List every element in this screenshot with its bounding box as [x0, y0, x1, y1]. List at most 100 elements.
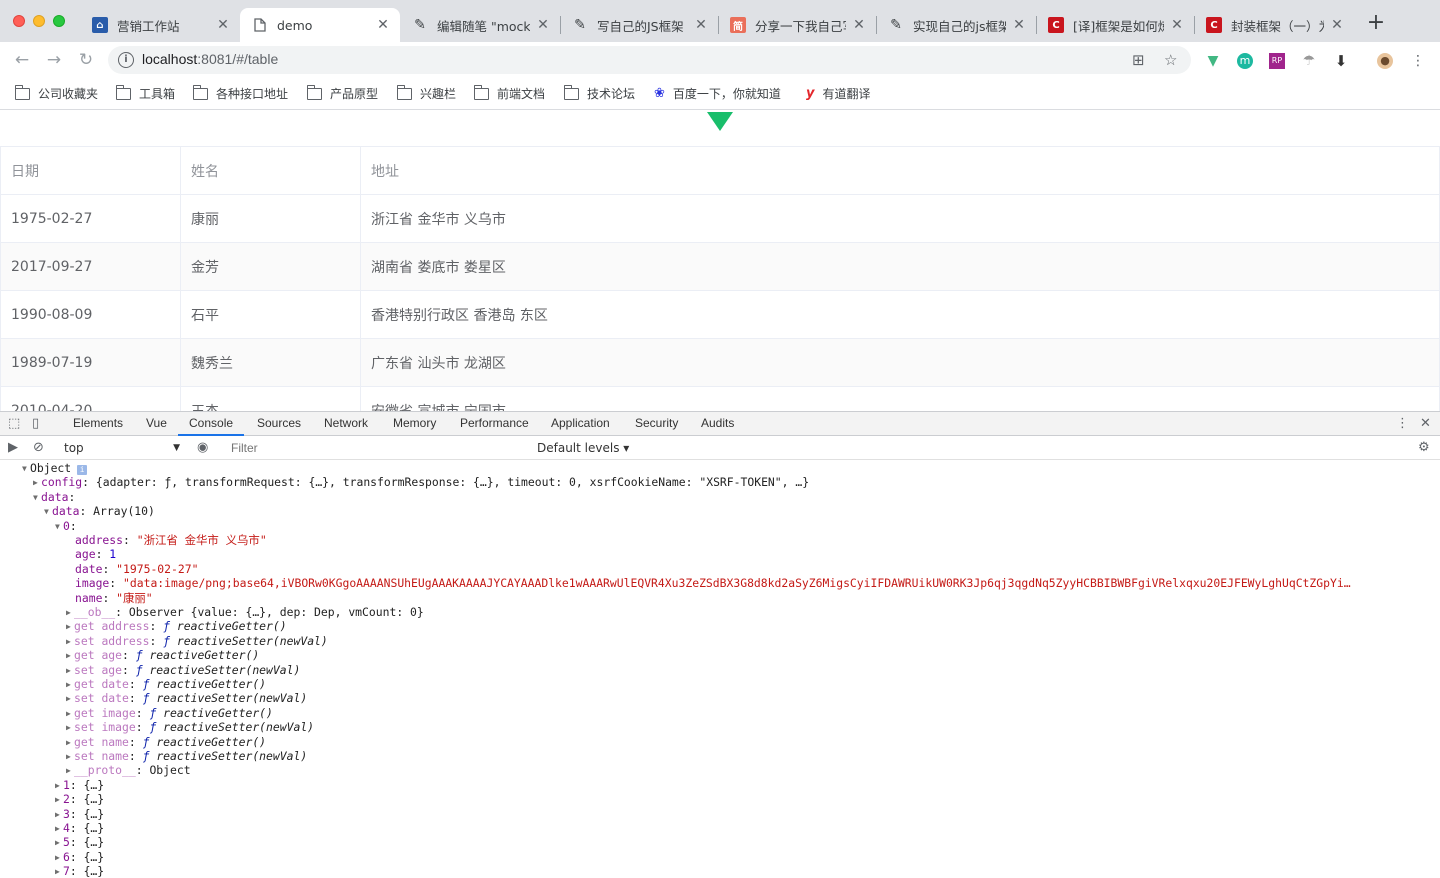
accessor-set-name[interactable]: ▶ set name: ƒ reactiveSetter(newVal)	[66, 749, 307, 763]
table-row[interactable]: 1975-02-27 康丽 浙江省 金华市 义乌市	[1, 195, 1440, 243]
devtools-tab-audits[interactable]: Audits	[701, 412, 734, 436]
download-icon[interactable]: ⬇	[1333, 53, 1349, 69]
bookmark-link[interactable]: ❀ 百度一下，你就知道	[654, 85, 781, 102]
bookmark-folder[interactable]: 各种接口地址	[192, 84, 288, 102]
tree-node-root[interactable]: ▼ Object i	[22, 461, 88, 475]
forward-button[interactable]: →	[43, 49, 65, 71]
devtools-tab-memory[interactable]: Memory	[393, 412, 436, 436]
tree-node-config[interactable]: ▶ config: {adapter: ƒ, transformRequest: …	[33, 475, 809, 489]
tree-node-data[interactable]: ▼ data:	[33, 490, 75, 504]
tree-node-data-array[interactable]: ▼ data: Array(10)	[44, 504, 155, 518]
close-tab-icon[interactable]: ✕	[376, 17, 390, 33]
close-window-button[interactable]	[13, 15, 25, 27]
browser-tab[interactable]: ✎ 写自己的JS框架 ✕	[560, 8, 718, 42]
browser-tab[interactable]: ✎ 编辑随笔 "mock之 ✕	[400, 8, 560, 42]
bookmark-folder[interactable]: 公司收藏夹	[14, 84, 98, 102]
devtools-tab-sources[interactable]: Sources	[257, 412, 301, 436]
accessor-get-name[interactable]: ▶ get name: ƒ reactiveGetter()	[66, 735, 266, 749]
tree-node-item-collapsed[interactable]: ▶ 3: {…}	[55, 807, 104, 821]
prop-ob[interactable]: ▶ __ob__: Observer {value: {…}, dep: Dep,…	[66, 605, 424, 619]
close-tab-icon[interactable]: ✕	[852, 17, 866, 33]
browser-tab[interactable]: ✎ 实现自己的js框架 ✕	[876, 8, 1036, 42]
browser-tab[interactable]: 简 分享一下我自己写 ✕	[718, 8, 876, 42]
tree-node-item-collapsed[interactable]: ▶ 2: {…}	[55, 792, 104, 806]
umbrella-icon[interactable]: ☂	[1301, 53, 1317, 69]
tree-node-item-collapsed[interactable]: ▶ 1: {…}	[55, 778, 104, 792]
inspect-element-icon[interactable]: ⬚	[8, 416, 20, 431]
tree-node-item-collapsed[interactable]: ▶ 5: {…}	[55, 835, 104, 849]
bookmark-folder[interactable]: 前端文档	[473, 84, 545, 102]
reload-button[interactable]: ↻	[75, 49, 97, 71]
url-text[interactable]: localhost:8081/#/table	[142, 51, 278, 67]
close-tab-icon[interactable]: ✕	[1170, 17, 1184, 33]
devtools-tab-application[interactable]: Application	[551, 412, 610, 436]
tree-node-item-collapsed[interactable]: ▶ 6: {…}	[55, 850, 104, 864]
close-tab-icon[interactable]: ✕	[1012, 17, 1026, 33]
console-filter-input[interactable]	[225, 439, 531, 457]
bookmark-folder[interactable]: 产品原型	[306, 84, 378, 102]
device-toolbar-icon[interactable]: ▯	[32, 416, 39, 431]
devtools-tab-performance[interactable]: Performance	[460, 412, 529, 436]
browser-tab[interactable]: C [译]框架是如何炼 ✕	[1036, 8, 1194, 42]
accessor-set-date[interactable]: ▶ set date: ƒ reactiveSetter(newVal)	[66, 691, 307, 705]
table-row[interactable]: 1990-08-09 石平 香港特别行政区 香港岛 东区	[1, 291, 1440, 339]
close-tab-icon[interactable]: ✕	[694, 17, 708, 33]
browser-tab[interactable]: C 封装框架（一）为 ✕	[1194, 8, 1354, 42]
bookmark-star-icon[interactable]: ☆	[1164, 51, 1177, 69]
axure-icon[interactable]: RP	[1269, 53, 1285, 69]
avatar[interactable]: ●	[1377, 53, 1393, 69]
column-header-date[interactable]: 日期	[1, 147, 181, 194]
accessor-get-image[interactable]: ▶ get image: ƒ reactiveGetter()	[66, 706, 273, 720]
prop-image[interactable]: image: "data:image/png;base64,iVBORw0KGg…	[75, 576, 1420, 590]
table-row[interactable]: 2017-09-27 金芳 湖南省 娄底市 娄星区	[1, 243, 1440, 291]
extension-m-icon[interactable]: m	[1237, 53, 1253, 69]
table-row[interactable]: 1989-07-19 魏秀兰 广东省 汕头市 龙湖区	[1, 339, 1440, 387]
live-expression-eye-icon[interactable]: ◉	[197, 440, 208, 455]
tree-node-item-collapsed[interactable]: ▶ 4: {…}	[55, 821, 104, 835]
translate-icon[interactable]: ⊞	[1132, 51, 1145, 69]
close-tab-icon[interactable]: ✕	[216, 17, 230, 33]
close-tab-icon[interactable]: ✕	[1330, 17, 1344, 33]
bookmark-folder[interactable]: 技术论坛	[563, 84, 635, 102]
close-tab-icon[interactable]: ✕	[536, 17, 550, 33]
sidebar-toggle-icon[interactable]: ▶	[8, 440, 18, 455]
accessor-get-date[interactable]: ▶ get date: ƒ reactiveGetter()	[66, 677, 266, 691]
devtools-close-icon[interactable]: ✕	[1420, 416, 1431, 431]
bookmark-folder[interactable]: 工具箱	[115, 84, 175, 102]
minimize-window-button[interactable]	[33, 15, 45, 27]
devtools-tab-console[interactable]: Console	[178, 412, 245, 436]
menu-kebab-icon[interactable]: ⋮	[1410, 53, 1426, 69]
prop-proto[interactable]: ▶ __proto__: Object	[66, 763, 191, 777]
accessor-set-address[interactable]: ▶ set address: ƒ reactiveSetter(newVal)	[66, 634, 328, 648]
tree-node-item-0[interactable]: ▼ 0:	[55, 519, 77, 533]
accessor-get-age[interactable]: ▶ get age: ƒ reactiveGetter()	[66, 648, 259, 662]
devtools-tab-network[interactable]: Network	[324, 412, 368, 436]
settings-gear-icon[interactable]: ⚙	[1418, 440, 1430, 455]
vue-devtools-icon[interactable]: ▼	[1205, 53, 1221, 69]
tree-node-item-collapsed[interactable]: ▶ 7: {…}	[55, 864, 104, 878]
browser-tab[interactable]: ⌂ 营销工作站 ✕	[80, 8, 240, 42]
new-tab-button[interactable]: +	[1366, 12, 1386, 36]
zoom-window-button[interactable]	[53, 15, 65, 27]
bookmark-link[interactable]: y 有道翻译	[806, 85, 871, 102]
column-header-name[interactable]: 姓名	[181, 147, 361, 194]
log-levels-dropdown[interactable]: Default levels ▾	[537, 439, 629, 457]
devtools-tab-vue[interactable]: Vue	[146, 412, 167, 436]
clear-console-icon[interactable]: ⊘	[33, 440, 44, 455]
accessor-set-image[interactable]: ▶ set image: ƒ reactiveSetter(newVal)	[66, 720, 314, 734]
accessor-get-address[interactable]: ▶ get address: ƒ reactiveGetter()	[66, 619, 287, 633]
column-header-address[interactable]: 地址	[361, 147, 1440, 194]
back-button[interactable]: ←	[11, 49, 33, 71]
browser-tab-active[interactable]: demo ✕	[240, 8, 400, 42]
address-bar[interactable]: i localhost:8081/#/table ⊞ ☆	[108, 46, 1191, 74]
table-row[interactable]: 2010-04-20 王杰 安徽省 宣城市 宁国市	[1, 387, 1440, 411]
bookmark-folder[interactable]: 兴趣栏	[396, 84, 456, 102]
context-selector[interactable]: top ▼	[58, 439, 186, 457]
pen-icon: ✎	[890, 17, 902, 33]
devtools-tab-elements[interactable]: Elements	[73, 412, 123, 436]
devtools-menu-icon[interactable]: ⋮	[1396, 416, 1409, 431]
devtools-tab-security[interactable]: Security	[635, 412, 678, 436]
accessor-set-age[interactable]: ▶ set age: ƒ reactiveSetter(newVal)	[66, 663, 300, 677]
folder-icon	[192, 84, 208, 100]
info-icon[interactable]: i	[118, 52, 134, 68]
